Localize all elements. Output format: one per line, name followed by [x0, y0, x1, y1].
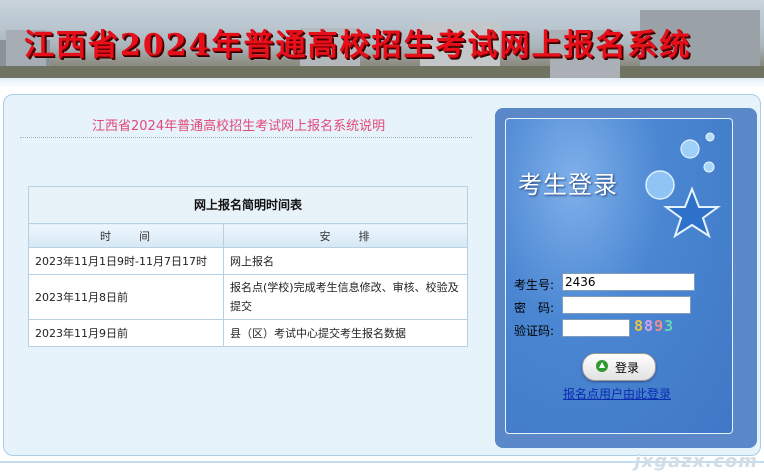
row-time: 2023年11月8日前 [28, 274, 224, 320]
exam-no-input[interactable] [562, 273, 695, 291]
row-task: 报名点(学校)完成考生信息修改、审核、校验及提交 [223, 274, 468, 320]
header-banner: 江西省2024年普通高校招生考试网上报名系统 [0, 0, 764, 78]
banner-title: 江西省2024年普通高校招生考试网上报名系统 [24, 28, 692, 63]
column-header-task: 安 排 [223, 223, 468, 248]
password-label: 密 码: [514, 301, 555, 315]
bubble-icon [680, 139, 700, 159]
watermark: jxgazx.com [634, 451, 758, 472]
table-row: 2023年11月1日9时-11月7日17时 网上报名 [28, 247, 468, 275]
table-header-row: 时 间 安 排 [28, 223, 468, 248]
table-row: 2023年11月9日前 县（区）考试中心提交考生报名数据 [28, 319, 468, 347]
star-icon [662, 186, 722, 239]
captcha-input[interactable] [562, 319, 630, 337]
bubble-icon [705, 132, 715, 142]
login-box: 考生登录 考生号: 密 码: 验证码: 8893 登录 报名点用户由此登录 [505, 118, 733, 434]
bubble-icon [645, 170, 675, 200]
column-header-time: 时 间 [28, 223, 224, 248]
row-time: 2023年11月1日9时-11月7日17时 [28, 247, 224, 275]
login-arrow-icon [596, 360, 608, 372]
login-button[interactable]: 登录 [582, 353, 656, 381]
bubble-icon [703, 161, 715, 173]
captcha-char: 9 [654, 317, 665, 335]
captcha-char: 8 [644, 317, 655, 335]
login-title: 考生登录 [518, 171, 618, 199]
row-task: 县（区）考试中心提交考生报名数据 [223, 319, 468, 347]
captcha-image[interactable]: 8893 [634, 317, 674, 335]
exam-no-label: 考生号: [514, 278, 555, 292]
row-time: 2023年11月9日前 [28, 319, 224, 347]
schedule-table: 网上报名简明时间表 时 间 安 排 2023年11月1日9时-11月7日17时 … [28, 186, 468, 347]
login-panel: 考生登录 考生号: 密 码: 验证码: 8893 登录 报名点用户由此登录 [495, 108, 757, 448]
banner-divider [0, 78, 764, 88]
site-login-link[interactable]: 报名点用户由此登录 [563, 385, 671, 402]
row-task: 网上报名 [223, 247, 468, 275]
password-input[interactable] [562, 296, 691, 314]
divider [20, 137, 472, 138]
table-row: 2023年11月8日前 报名点(学校)完成考生信息修改、审核、校验及提交 [28, 274, 468, 320]
schedule-caption: 网上报名简明时间表 [28, 186, 468, 223]
captcha-char: 8 [634, 317, 645, 335]
intro-title[interactable]: 江西省2024年普通高校招生考试网上报名系统说明 [92, 115, 385, 134]
login-button-label: 登录 [615, 361, 640, 375]
captcha-char: 3 [664, 317, 675, 335]
captcha-label: 验证码: [514, 324, 555, 338]
